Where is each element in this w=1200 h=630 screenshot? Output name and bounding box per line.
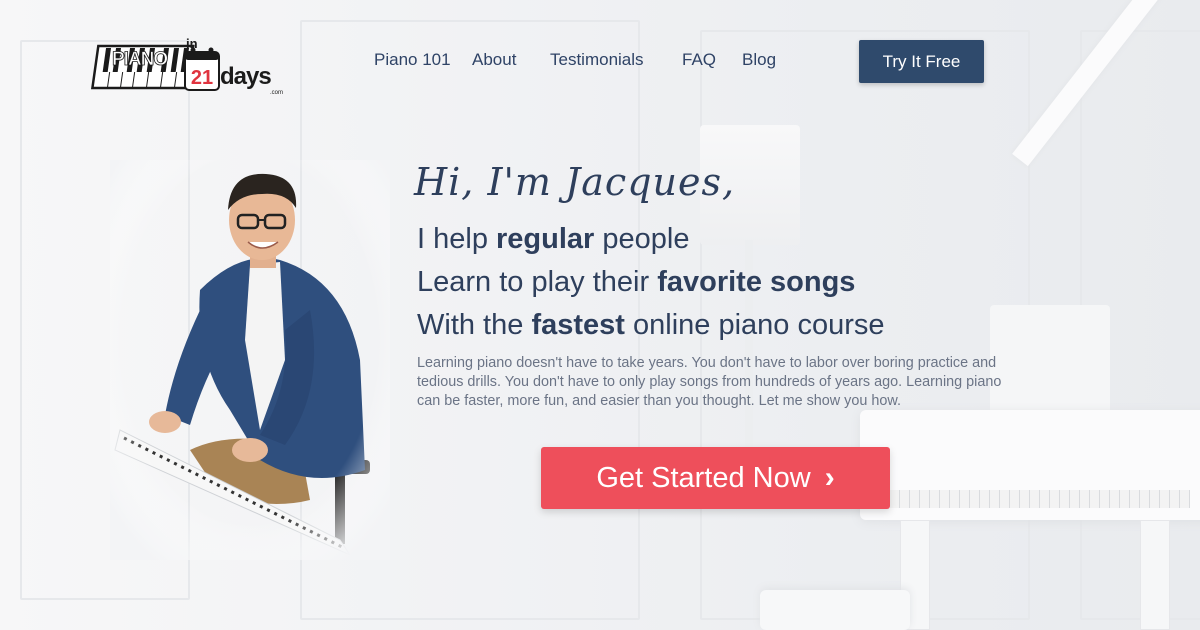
piano-stool: [760, 590, 910, 630]
headline-line-2: Learn to play their favorite songs: [417, 266, 856, 298]
chevron-right-icon: ›: [824, 461, 835, 494]
nav-piano-101[interactable]: Piano 101: [374, 50, 451, 70]
logo-number: 21: [191, 67, 213, 89]
greeting-heading: Hi, I'm Jacques,: [414, 160, 736, 204]
logo-domain: .com: [270, 90, 283, 96]
headline-line-3: With the fastest online piano course: [417, 309, 885, 341]
get-started-label: Get Started Now: [596, 461, 811, 494]
intro-paragraph: Learning piano doesn't have to take year…: [417, 355, 1002, 409]
nav-about[interactable]: About: [472, 50, 516, 70]
piano-leg: [1140, 520, 1170, 630]
instructor-photo: [110, 160, 390, 560]
get-started-button[interactable]: Get Started Now ›: [541, 447, 890, 509]
piano-keys: [890, 490, 1190, 508]
logo-word: PIANO: [112, 49, 167, 70]
headline-line-1: I help regular people: [417, 223, 690, 255]
logo-suffix: days: [220, 63, 271, 90]
nav-faq[interactable]: FAQ: [682, 50, 716, 70]
nav-blog[interactable]: Blog: [742, 50, 776, 70]
nav-testimonials[interactable]: Testimonials: [550, 50, 644, 70]
try-it-free-button[interactable]: Try It Free: [859, 40, 984, 83]
site-logo[interactable]: PIANO in 21 days .com: [88, 34, 293, 98]
